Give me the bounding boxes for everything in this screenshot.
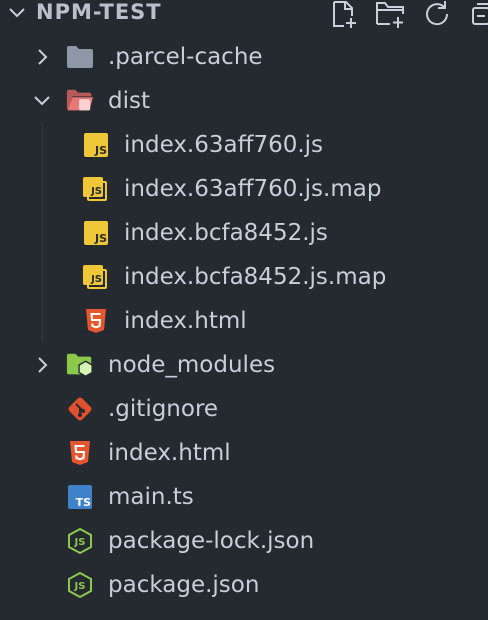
svg-text:JS: JS [74, 537, 86, 548]
html5-file-icon [66, 439, 94, 467]
tree-item-index-63aff760-js[interactable]: JS index.63aff760.js [0, 123, 488, 167]
tree-item-index-bcfa8452-js-map[interactable]: JS index.bcfa8452.js.map [0, 255, 488, 299]
tree-item-dist-index-html[interactable]: index.html [0, 299, 488, 343]
new-file-icon[interactable] [328, 0, 362, 28]
node-folder-icon [66, 351, 94, 379]
tree-item-label: index.html [124, 308, 247, 334]
tree-item-label: node_modules [108, 352, 276, 378]
tree-item-index-html[interactable]: index.html [0, 431, 488, 475]
tree-item-label: index.bcfa8452.js.map [124, 264, 387, 290]
tree-item-label: package.json [108, 572, 260, 598]
html5-file-icon [82, 307, 110, 335]
collapse-all-icon[interactable] [466, 0, 488, 28]
new-folder-icon[interactable] [374, 0, 408, 28]
nodejs-icon: JS [66, 527, 94, 555]
tree-item-label: .parcel-cache [108, 44, 263, 70]
javascript-map-file-icon: JS [82, 175, 110, 203]
tree-item-index-bcfa8452-js[interactable]: JS index.bcfa8452.js [0, 211, 488, 255]
git-icon [66, 395, 94, 423]
chevron-right-icon[interactable] [31, 46, 53, 68]
tree-item-node-modules[interactable]: node_modules [0, 343, 488, 387]
javascript-file-icon: JS [82, 219, 110, 247]
tree-item-dist[interactable]: dist [0, 79, 488, 123]
tree-item-label: .gitignore [108, 396, 219, 422]
tree-item-label: index.63aff760.js.map [124, 176, 382, 202]
tree-item-label: index.bcfa8452.js [124, 220, 328, 246]
javascript-map-file-icon: JS [82, 263, 110, 291]
chevron-right-icon[interactable] [31, 354, 53, 376]
folder-open-icon [66, 87, 94, 115]
tree-item-package-lock-json[interactable]: JS package-lock.json [0, 519, 488, 563]
refresh-icon[interactable] [420, 0, 454, 28]
explorer-section-title: NPM-TEST [36, 0, 162, 24]
chevron-down-icon[interactable] [6, 2, 28, 24]
tree-item-label: package-lock.json [108, 528, 315, 554]
explorer-actions [328, 0, 488, 28]
tree-item-parcel-cache[interactable]: .parcel-cache [0, 35, 488, 79]
typescript-file-icon: TS [66, 483, 94, 511]
folder-icon [66, 43, 94, 71]
tree-item-label: main.ts [108, 484, 194, 510]
file-tree: .parcel-cache dist JS index.63aff760.js … [0, 35, 488, 607]
tree-item-package-json[interactable]: JS package.json [0, 563, 488, 607]
tree-item-gitignore[interactable]: .gitignore [0, 387, 488, 431]
tree-item-index-63aff760-js-map[interactable]: JS index.63aff760.js.map [0, 167, 488, 211]
javascript-file-icon: JS [82, 131, 110, 159]
explorer-section-header[interactable]: NPM-TEST [0, 0, 488, 28]
tree-item-main-ts[interactable]: TS main.ts [0, 475, 488, 519]
chevron-down-icon[interactable] [31, 90, 53, 112]
tree-item-label: dist [108, 88, 150, 114]
nodejs-icon: JS [66, 571, 94, 599]
tree-item-label: index.63aff760.js [124, 132, 324, 158]
svg-text:JS: JS [74, 581, 86, 592]
tree-item-label: index.html [108, 440, 231, 466]
